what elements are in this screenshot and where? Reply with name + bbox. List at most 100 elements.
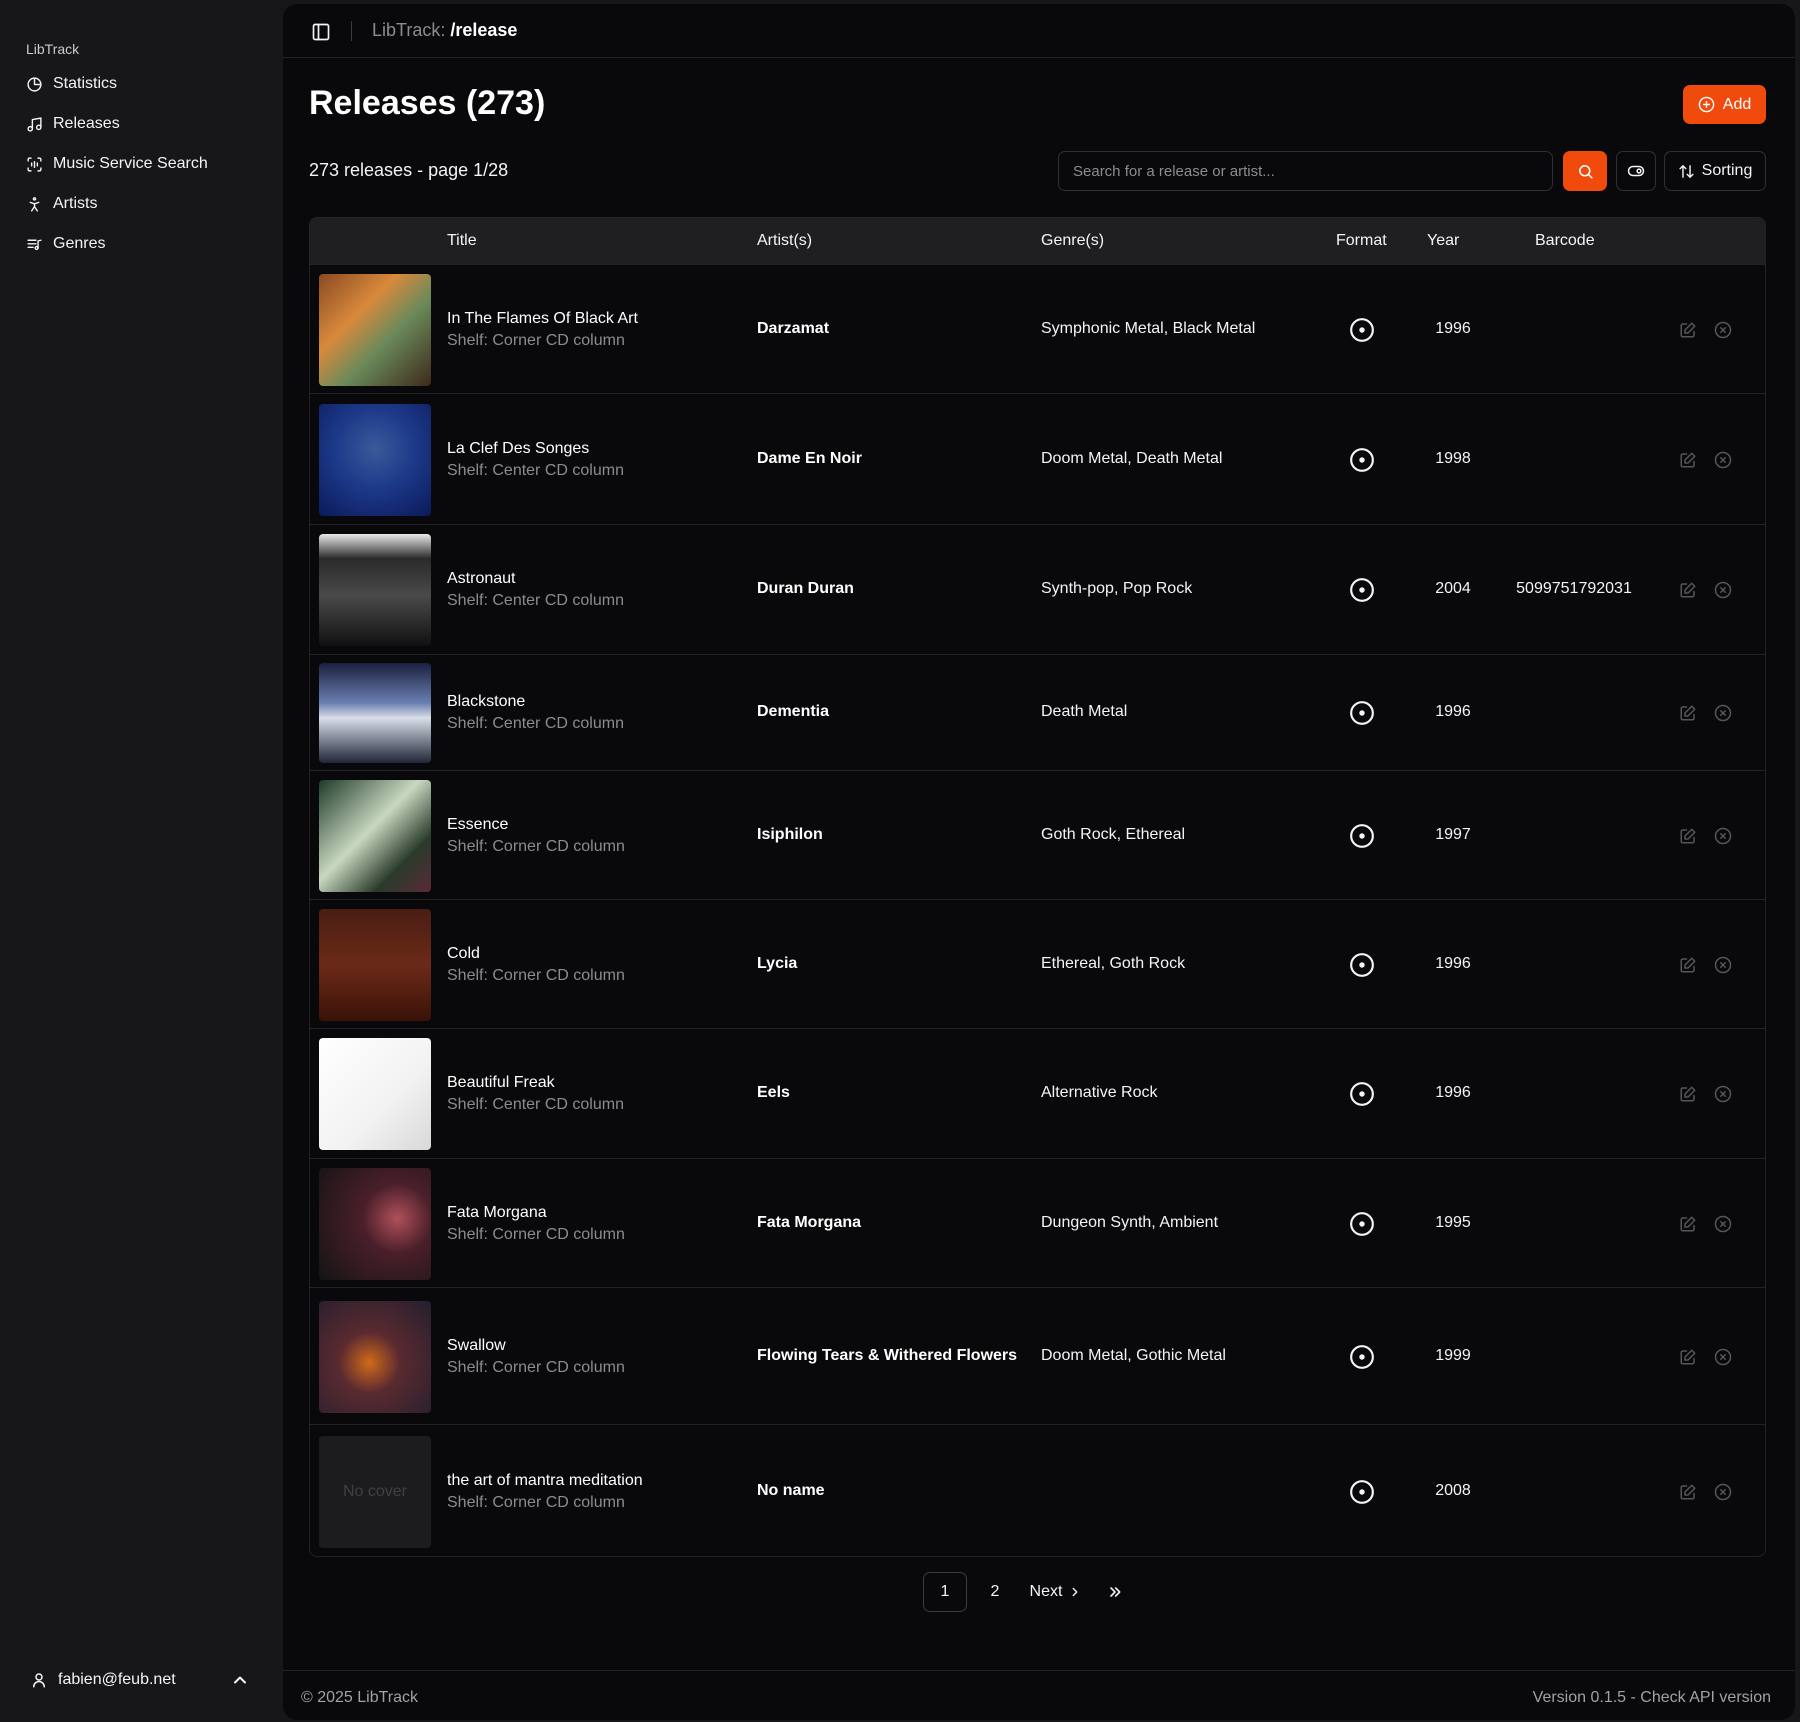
release-artist[interactable]: Flowing Tears & Withered Flowers: [757, 1347, 1017, 1365]
release-cover[interactable]: [319, 403, 431, 516]
title-cell: Cold Shelf: Corner CD column: [447, 943, 625, 987]
delete-icon[interactable]: [1714, 451, 1732, 469]
person-icon: [29, 196, 40, 212]
release-shelf: Shelf: Corner CD column: [447, 1225, 625, 1243]
release-cover[interactable]: [319, 1300, 431, 1413]
table-row[interactable]: Cold Shelf: Corner CD column Lycia Ethereal…: [310, 899, 1765, 1028]
release-artist[interactable]: No name: [757, 1482, 825, 1500]
release-artist[interactable]: Eels: [757, 1084, 790, 1102]
release-title[interactable]: the art of mantra meditation: [447, 1470, 643, 1492]
release-title[interactable]: Fata Morgana: [447, 1202, 625, 1224]
release-title[interactable]: Swallow: [447, 1335, 625, 1357]
edit-icon[interactable]: [1679, 451, 1697, 469]
delete-icon[interactable]: [1714, 827, 1732, 845]
release-cover[interactable]: [319, 1167, 431, 1280]
table-row[interactable]: Astronaut Shelf: Center CD column Duran Du…: [310, 524, 1765, 654]
search-button[interactable]: [1563, 151, 1607, 191]
release-title[interactable]: Essence: [447, 814, 625, 836]
edit-icon[interactable]: [1679, 581, 1697, 599]
table-row[interactable]: No cover the art of mantra meditation Shel…: [310, 1424, 1765, 1556]
table-row[interactable]: La Clef Des Songes Shelf: Center CD colum…: [310, 393, 1765, 524]
release-year: 1998: [1435, 449, 1471, 467]
sidebar-item-artists[interactable]: Artists: [18, 184, 268, 224]
release-artist[interactable]: Dame En Noir: [757, 450, 862, 468]
release-artist[interactable]: Darzamat: [757, 320, 829, 338]
sidebar-brand: LibTrack: [26, 41, 80, 57]
table-row[interactable]: Swallow Shelf: Corner CD column Flowing Te…: [310, 1287, 1765, 1424]
delete-icon[interactable]: [1714, 1085, 1732, 1103]
table-row[interactable]: Blackstone Shelf: Center CD column Dementi…: [310, 654, 1765, 770]
chevron-right-icon: [1073, 1587, 1078, 1597]
delete-icon[interactable]: [1714, 1483, 1732, 1501]
last-page-button[interactable]: [1095, 1572, 1135, 1612]
add-button[interactable]: Add: [1683, 85, 1766, 124]
delete-icon[interactable]: [1714, 1215, 1732, 1233]
breadcrumb: LibTrack: /release: [372, 20, 517, 41]
release-year: 2004: [1435, 580, 1471, 597]
release-title[interactable]: Astronaut: [447, 568, 624, 590]
delete-icon[interactable]: [1714, 956, 1732, 974]
release-cover[interactable]: [319, 1038, 431, 1150]
page-2-button[interactable]: 2: [973, 1572, 1017, 1612]
edit-icon[interactable]: [1679, 704, 1697, 722]
release-year: 1997: [1435, 825, 1471, 843]
release-artist[interactable]: Fata Morgana: [757, 1214, 861, 1232]
release-cover[interactable]: [319, 663, 431, 763]
release-title[interactable]: In The Flames Of Black Art: [447, 308, 638, 330]
next-page-button[interactable]: Next: [1023, 1572, 1089, 1612]
divider: [351, 21, 352, 41]
edit-icon[interactable]: [1679, 1215, 1697, 1233]
no-cover-text: No cover: [342, 1483, 408, 1500]
pie-chart-icon: [27, 76, 42, 92]
release-artist[interactable]: Isiphilon: [757, 826, 823, 844]
table-row[interactable]: Essence Shelf: Corner CD column Isiphilon G…: [310, 770, 1765, 899]
header-title[interactable]: Title: [447, 232, 477, 250]
sidebar-item-genres[interactable]: Genres: [18, 224, 268, 264]
edit-icon[interactable]: [1679, 1348, 1697, 1366]
edit-icon[interactable]: [1679, 956, 1697, 974]
release-year: 1996: [1435, 954, 1471, 972]
release-title[interactable]: La Clef Des Songes: [447, 438, 624, 460]
table-row[interactable]: Fata Morgana Shelf: Corner CD column Fata …: [310, 1158, 1765, 1287]
release-cover[interactable]: [319, 534, 431, 646]
delete-icon[interactable]: [1714, 1348, 1732, 1366]
header-barcode[interactable]: Barcode: [1535, 232, 1595, 250]
release-year: 1999: [1435, 1346, 1471, 1364]
version-link[interactable]: Version 0.1.5 - Check API version: [1533, 1689, 1771, 1707]
release-cover[interactable]: No cover: [319, 1436, 431, 1548]
user-menu[interactable]: fabien@feub.net: [30, 1660, 250, 1700]
edit-icon[interactable]: [1679, 321, 1697, 339]
release-artist[interactable]: Duran Duran: [757, 580, 854, 598]
chevron-up-icon[interactable]: [230, 1670, 250, 1690]
edit-icon[interactable]: [1679, 827, 1697, 845]
release-cover[interactable]: [319, 779, 431, 892]
page-1-button[interactable]: 1: [923, 1572, 967, 1612]
release-artist[interactable]: Lycia: [757, 955, 797, 973]
search-input[interactable]: [1058, 151, 1553, 191]
title-cell: Beautiful Freak Shelf: Center CD column: [447, 1072, 624, 1116]
release-artist[interactable]: Dementia: [757, 703, 829, 721]
sorting-button[interactable]: Sorting: [1664, 151, 1766, 191]
sidebar-item-releases[interactable]: Releases: [18, 104, 268, 144]
table-row[interactable]: In The Flames Of Black Art Shelf: Corner …: [310, 264, 1765, 393]
delete-icon[interactable]: [1714, 704, 1732, 722]
release-cover[interactable]: [319, 908, 431, 1021]
header-format[interactable]: Format: [1336, 232, 1387, 250]
edit-icon[interactable]: [1679, 1085, 1697, 1103]
release-title[interactable]: Blackstone: [447, 691, 624, 713]
edit-icon[interactable]: [1679, 1483, 1697, 1501]
header-year[interactable]: Year: [1427, 232, 1459, 250]
sidebar-toggle-icon[interactable]: [311, 22, 331, 42]
sidebar-item-music-service-search[interactable]: Music Service Search: [18, 144, 268, 184]
header-artists[interactable]: Artist(s): [757, 232, 812, 250]
header-genres[interactable]: Genre(s): [1041, 232, 1104, 250]
sidebar-item-statistics[interactable]: Statistics: [18, 64, 268, 104]
release-cover[interactable]: [319, 273, 431, 386]
release-title[interactable]: Cold: [447, 943, 625, 965]
sidebar-item-label: Statistics: [53, 75, 118, 92]
table-row[interactable]: Beautiful Freak Shelf: Center CD column Ee…: [310, 1028, 1765, 1158]
view-toggle-button[interactable]: [1616, 151, 1656, 191]
delete-icon[interactable]: [1714, 581, 1732, 599]
delete-icon[interactable]: [1714, 321, 1732, 339]
release-title[interactable]: Beautiful Freak: [447, 1072, 624, 1094]
